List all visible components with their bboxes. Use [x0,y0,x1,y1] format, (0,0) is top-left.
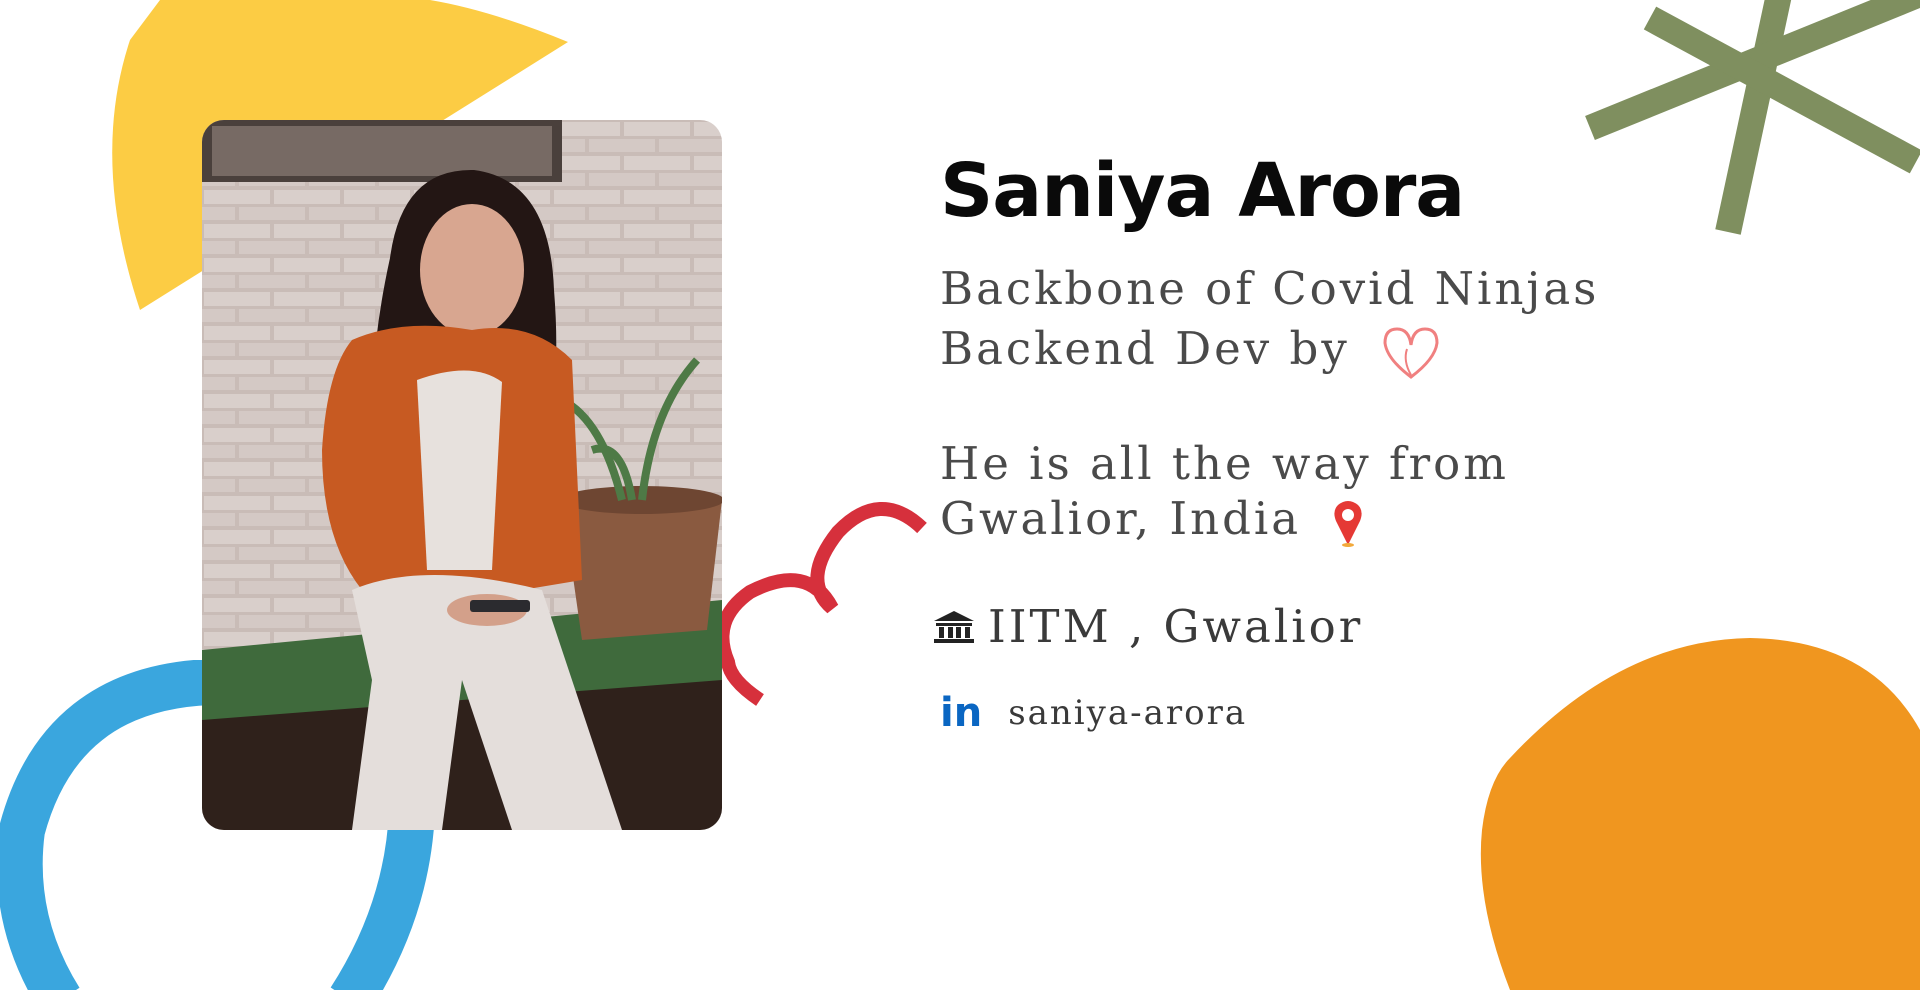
asterisk-decoration [1585,0,1920,235]
role-line-2-text: Backend Dev by [940,322,1350,375]
orange-blob-decoration [1480,638,1920,990]
role-line-1: Backbone of Covid Ninjas [940,262,1600,315]
heart-icon [1383,326,1439,379]
linkedin-handle[interactable]: saniya-arora [1008,693,1247,733]
linkedin-link[interactable]: in saniya-arora [940,690,1247,736]
location-pin-icon [1334,500,1363,547]
building-icon [934,610,974,643]
origin-line-1: He is all the way from [940,437,1509,490]
origin-line-2: Gwalior, India [940,492,1364,547]
role-line-2: Backend Dev by [940,322,1441,381]
college-info: IITM , Gwalior [932,600,1363,653]
profile-card: Saniya Arora Backbone of Covid Ninjas Ba… [0,0,1920,990]
college-name: IITM , Gwalior [988,600,1364,653]
origin-line-2-text: Gwalior, India [940,492,1302,545]
red-squiggle-decoration [715,501,927,706]
profile-photo [202,120,722,830]
profile-name: Saniya Arora [940,148,1465,234]
linkedin-icon: in [940,690,983,736]
